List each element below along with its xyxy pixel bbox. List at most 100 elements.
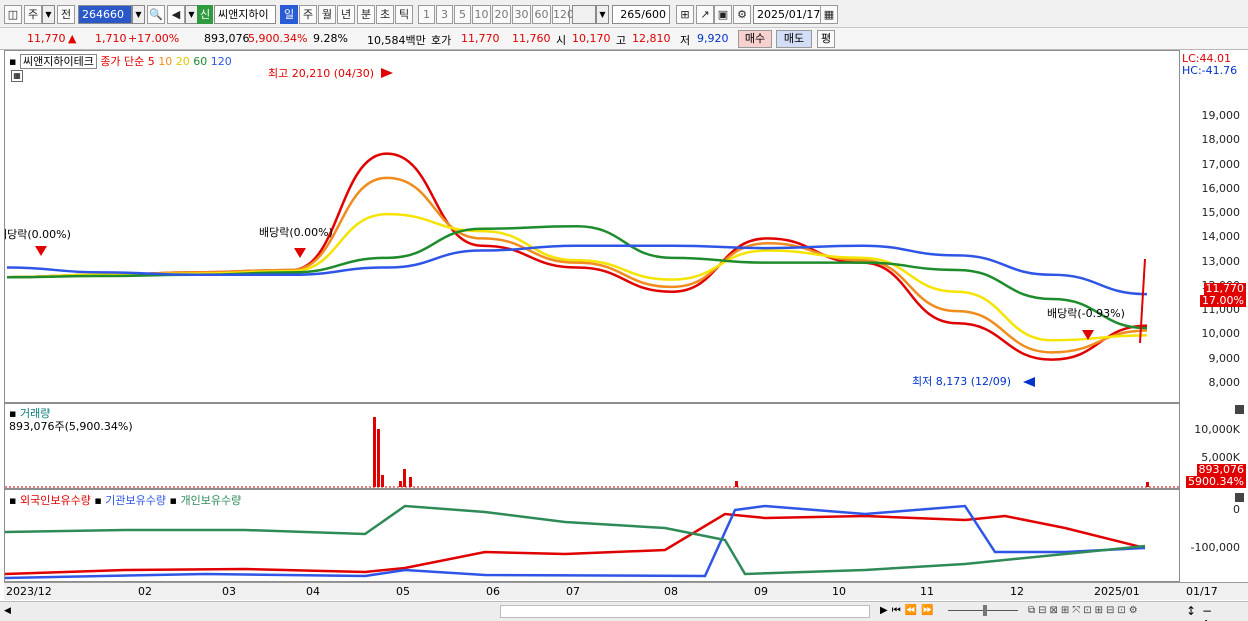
period-month-button[interactable]: 월 bbox=[318, 5, 336, 24]
legend-individual: 개인보유수량 bbox=[180, 494, 242, 507]
holdings-axis: 0 -100,000 bbox=[1180, 489, 1248, 582]
period-second-button[interactable]: 초 bbox=[376, 5, 394, 24]
volume-bar bbox=[409, 477, 412, 487]
custom-interval-dropdown-icon[interactable]: ▼ bbox=[596, 5, 609, 24]
current-change-badge: 17.00% bbox=[1200, 294, 1246, 307]
new-badge: 신 bbox=[197, 5, 213, 24]
settings-gear-icon[interactable]: ⚙ bbox=[733, 5, 751, 24]
prev-button[interactable]: 전 bbox=[57, 5, 75, 24]
holdings-tick: 0 bbox=[1233, 503, 1240, 516]
interval-30-button[interactable]: 30 bbox=[512, 5, 531, 24]
legend-dot-icon: ▪ bbox=[9, 55, 17, 68]
stock-code-input[interactable]: 264660 bbox=[78, 5, 132, 24]
pane-close-icon[interactable] bbox=[1235, 493, 1244, 502]
trade-amount: 10,584백만 bbox=[367, 34, 426, 47]
open-label: 시 bbox=[556, 34, 567, 47]
period-week-button[interactable]: 주 bbox=[24, 5, 42, 24]
change-percent: +17.00% bbox=[128, 32, 180, 45]
price-tick: 9,000 bbox=[1208, 351, 1241, 365]
low-arrow-icon bbox=[1023, 377, 1035, 387]
volume-pane[interactable]: ▪ 거래량 893,076주(5,900.34%) bbox=[4, 403, 1180, 489]
grid-table-icon[interactable]: ▦ bbox=[11, 70, 23, 82]
holdings-pane[interactable]: ▪ 외국인보유수량 ▪ 기관보유수량 ▪ 개인보유수량 bbox=[4, 489, 1180, 582]
low-label: 저 bbox=[680, 34, 691, 47]
turnover-percent: 9.28% bbox=[313, 32, 348, 45]
sell-button[interactable]: 매도 bbox=[776, 30, 812, 48]
volume-bar bbox=[381, 475, 384, 487]
price-chart-pane[interactable]: ▪ 씨앤지하이테크 종가 단순 5 10 20 60 120 ▦ 최고 20,2… bbox=[4, 50, 1180, 403]
high-annotation: 최고 20,210 (04/30) bbox=[268, 67, 375, 80]
stock-code-dropdown-icon[interactable]: ▼ bbox=[132, 5, 145, 24]
price-tick: 19,000 bbox=[1201, 109, 1241, 123]
volume-bar bbox=[735, 481, 738, 487]
price-legend: ▪ 씨앤지하이테크 종가 단순 5 10 20 60 120 bbox=[9, 53, 232, 69]
ma-line-20 bbox=[6, 212, 1148, 342]
date-label: 05 bbox=[396, 585, 410, 598]
date-label: 08 bbox=[664, 585, 678, 598]
volume-bar bbox=[399, 481, 402, 487]
price-tick: 17,000 bbox=[1201, 157, 1241, 171]
pane-close-icon[interactable] bbox=[1235, 405, 1244, 414]
scroll-left-icon[interactable]: ◀ bbox=[4, 606, 11, 616]
save-icon[interactable]: ▣ bbox=[714, 5, 732, 24]
chart-option-icons[interactable]: ⧉⊟⊠⊞⤧⊡⊞⊟⊡⚙ bbox=[1028, 605, 1141, 616]
price-tick: 10,000 bbox=[1201, 327, 1241, 341]
quote-bar: 11,770 ▲ 1,710 +17.00% 893,076 5,900.34%… bbox=[0, 28, 1248, 50]
chart-scrollbar[interactable]: ◀ ▶⏮⏪⏩ ⧉⊟⊠⊞⤧⊡⊞⊟⊡⚙ ↕−+A bbox=[0, 601, 1248, 621]
scroll-thumb[interactable] bbox=[500, 605, 870, 618]
count-input[interactable]: 265/600 bbox=[612, 5, 670, 24]
interval-120-button[interactable]: 120 bbox=[552, 5, 574, 24]
period-week2-button[interactable]: 주 bbox=[299, 5, 317, 24]
volume-bar bbox=[1146, 482, 1149, 487]
custom-interval-input[interactable] bbox=[572, 5, 596, 24]
period-year-button[interactable]: 년 bbox=[337, 5, 355, 24]
window-menu-icon[interactable]: ◫ bbox=[4, 5, 22, 24]
interval-20-button[interactable]: 20 bbox=[492, 5, 511, 24]
legend-dot-icon: ▪ bbox=[94, 494, 102, 507]
interval-10-button[interactable]: 10 bbox=[472, 5, 491, 24]
date-label: 09 bbox=[754, 585, 768, 598]
period-tick-button[interactable]: 틱 bbox=[395, 5, 413, 24]
hc-label: HC:-41.76 bbox=[1182, 64, 1238, 77]
stock-name-field[interactable]: 씨앤지하이 bbox=[214, 5, 276, 24]
date-label: 2025/01 bbox=[1094, 585, 1140, 598]
low-price: 9,920 bbox=[697, 32, 729, 45]
period-minute-button[interactable]: 분 bbox=[357, 5, 375, 24]
draw-line-icon[interactable]: ↗ bbox=[696, 5, 714, 24]
scroll-nav-icons[interactable]: ▶⏮⏪⏩ bbox=[880, 605, 938, 616]
legend-dot-icon: ▪ bbox=[9, 494, 17, 507]
dividend-marker-2: 배당락(0.00%) bbox=[259, 226, 333, 239]
price-tick: 16,000 bbox=[1201, 181, 1241, 195]
average-button[interactable]: 평 bbox=[817, 30, 835, 48]
volume-axis: 10,000K 5,000K 893,076 5900.34% bbox=[1180, 403, 1248, 489]
interval-3-button[interactable]: 3 bbox=[436, 5, 453, 24]
indicator-label: 종가 단순 bbox=[100, 55, 145, 68]
stock-name-label: 씨앤지하이테크 bbox=[19, 54, 97, 69]
search-icon[interactable]: 🔍 bbox=[147, 5, 165, 24]
main-toolbar: ◫ 주 ▼ 전 264660 ▼ 🔍 ◀ ▼ 신 씨앤지하이 일 주 월 년 분… bbox=[0, 0, 1248, 28]
dividend-marker-1: 배당락(0.00%) bbox=[4, 228, 71, 241]
date-label: 03 bbox=[222, 585, 236, 598]
dividend-marker-3: 배당락(-0.93%) bbox=[1047, 307, 1125, 320]
speaker-icon[interactable]: ◀ bbox=[167, 5, 185, 24]
buy-button[interactable]: 매수 bbox=[738, 30, 772, 48]
volume-percent: 5,900.34% bbox=[248, 32, 308, 45]
zoom-controls[interactable]: ↕−+A bbox=[1186, 604, 1248, 621]
holdings-tick: -100,000 bbox=[1190, 541, 1240, 554]
date-label: 04 bbox=[306, 585, 320, 598]
period-day-button[interactable]: 일 bbox=[280, 5, 298, 24]
volume-bar bbox=[377, 429, 380, 487]
date-input[interactable]: 2025/01/17 bbox=[753, 5, 821, 24]
up-triangle-icon: ▲ bbox=[68, 32, 77, 45]
price-chart bbox=[6, 68, 1148, 387]
zoom-slider-thumb[interactable] bbox=[983, 605, 987, 616]
interval-5-button[interactable]: 5 bbox=[454, 5, 471, 24]
interval-1-button[interactable]: 1 bbox=[418, 5, 435, 24]
chart-tools-icon[interactable]: ⊞ bbox=[676, 5, 694, 24]
ask-price: 11,770 bbox=[461, 32, 500, 45]
calendar-icon[interactable]: ▦ bbox=[820, 5, 838, 24]
ma-line-120 bbox=[6, 244, 1148, 296]
period-dropdown-icon[interactable]: ▼ bbox=[42, 5, 55, 24]
interval-60-button[interactable]: 60 bbox=[532, 5, 551, 24]
ma120-label: 120 bbox=[210, 55, 232, 68]
